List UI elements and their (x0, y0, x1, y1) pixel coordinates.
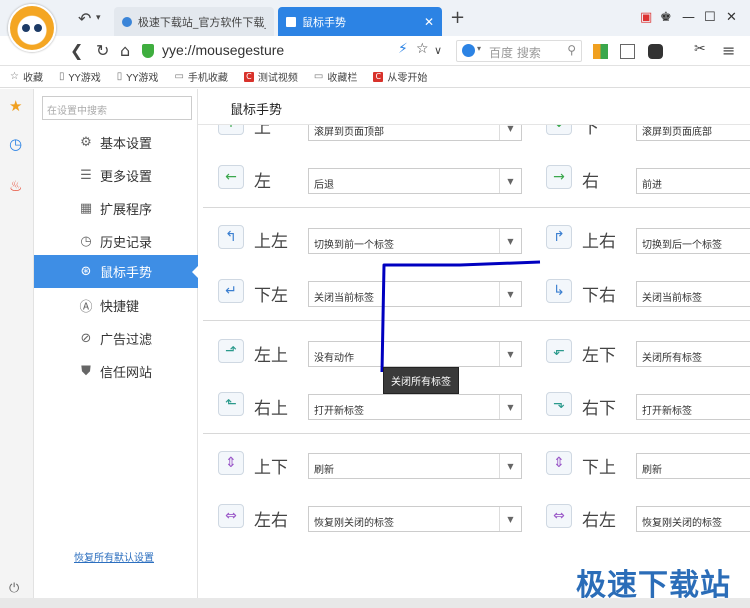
site-watermark: 极速下载站 (576, 568, 731, 603)
browser-logo[interactable] (8, 4, 56, 52)
gesture-trail (380, 260, 541, 373)
gesture-tooltip: 关闭所有标签 (383, 367, 459, 394)
